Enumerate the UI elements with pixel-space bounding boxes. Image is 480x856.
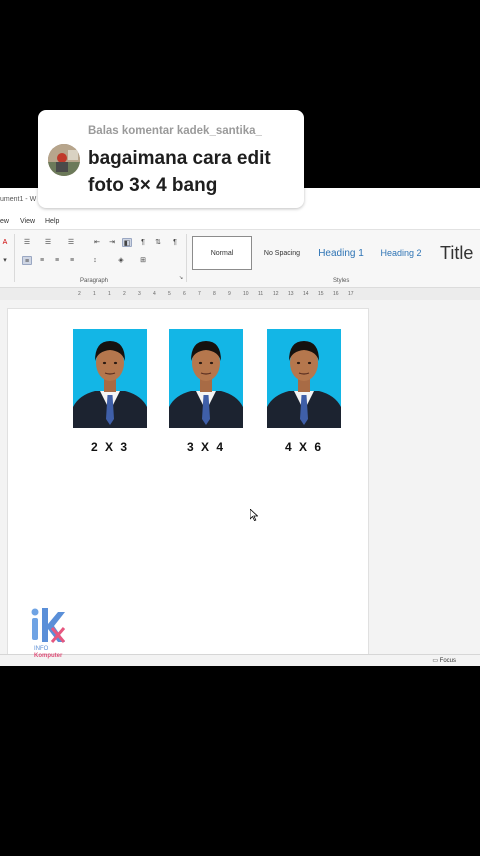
multilevel-list-icon[interactable]: ☰	[66, 238, 76, 247]
ruler-number: 8	[213, 291, 216, 297]
focus-label: Focus	[439, 658, 456, 664]
borders-icon[interactable]: ⊞	[138, 256, 148, 265]
sort-icon[interactable]: ⇅	[153, 238, 163, 247]
align-right-icon[interactable]: ≡	[52, 256, 62, 265]
line-spacing-icon[interactable]: ↕	[90, 256, 100, 265]
paragraph-group-label: Paragraph	[80, 278, 109, 284]
ruler-number: 4	[153, 291, 156, 297]
styles-gallery: Normal No Spacing Heading 1 Heading 2 Ti…	[190, 234, 480, 272]
ruler-number: 17	[348, 291, 354, 297]
pilcrow-icon[interactable]: ¶	[170, 238, 180, 247]
bullets-icon[interactable]: ☰	[22, 238, 32, 247]
font-color-icon[interactable]: A	[0, 238, 10, 247]
style-no-spacing[interactable]: No Spacing	[256, 236, 308, 270]
ruler-number: 3	[138, 291, 141, 297]
photo-label-2x3: 2 X 3	[90, 440, 130, 454]
photo-label-4x6: 4 X 6	[284, 440, 324, 454]
focus-mode-button[interactable]: ▭ Focus	[432, 657, 456, 664]
style-heading-2[interactable]: Heading 2	[374, 236, 428, 270]
logo-text-komputer: Komputer	[34, 653, 63, 659]
ruler-number: 7	[198, 291, 201, 297]
horizontal-ruler[interactable]: 2 1 1 2 3 4 5 6 7 8 9 10 11 12 13 14 15 16 17	[0, 288, 480, 300]
ruler-number: 14	[303, 291, 309, 297]
ruler-number: 10	[243, 291, 249, 297]
group-separator	[186, 234, 187, 282]
align-left-icon[interactable]: ≡	[22, 256, 32, 265]
menu-bar: ew View Help	[0, 214, 480, 230]
justify-icon[interactable]: ≡	[67, 256, 77, 265]
document-title: ument1 - W	[0, 196, 37, 203]
portrait-illustration	[267, 329, 341, 428]
ruler-number: 16	[333, 291, 339, 297]
ruler-number: 2	[123, 291, 126, 297]
photo-label-3x4: 3 X 4	[186, 440, 226, 454]
logo-mark-icon	[31, 608, 66, 643]
info-komputer-logo: INFO Komputer	[28, 602, 78, 662]
reply-label: Balas komentar kadek_santika_	[88, 125, 262, 137]
group-separator	[14, 234, 15, 282]
styles-group-label: Styles	[333, 278, 350, 284]
ribbon: A ▾ ☰ ☰ ☰ ⇤ ⇥ ◧ ¶ ⇅ ¶ ≡ ≡ ≡ ≡ ↕ ◈ ⊞ Para…	[0, 230, 480, 288]
photo-2x3[interactable]	[73, 329, 147, 428]
ruler-number: 12	[273, 291, 279, 297]
menu-view[interactable]: View	[20, 218, 35, 225]
ruler-number: 9	[228, 291, 231, 297]
ruler-number: 11	[258, 291, 264, 297]
commenter-avatar	[48, 144, 80, 176]
increase-indent-icon[interactable]: ⇥	[107, 238, 117, 247]
logo-text-info: INFO	[34, 646, 49, 652]
portrait-illustration	[169, 329, 243, 428]
reply-comment-bubble: Balas komentar kadek_santika_ bagaimana …	[38, 110, 304, 208]
ruler-number: 6	[183, 291, 186, 297]
portrait-illustration	[73, 329, 147, 428]
shading-icon[interactable]: ◈	[116, 256, 126, 265]
show-paragraph-toggle-icon[interactable]: ◧	[122, 238, 132, 247]
ruler-number: 15	[318, 291, 324, 297]
word-window: ument1 - W ew View Help A ▾ ☰ ☰ ☰ ⇤ ⇥ ◧ …	[0, 188, 480, 666]
mouse-pointer-icon	[249, 508, 259, 526]
ruler-number: 1	[108, 291, 111, 297]
photo-4x6[interactable]	[267, 329, 341, 428]
decrease-indent-icon[interactable]: ⇤	[92, 238, 102, 247]
comment-message: bagaimana cara edit foto 3× 4 bang	[88, 148, 271, 196]
menu-help[interactable]: Help	[45, 218, 59, 225]
menu-view-partial[interactable]: ew	[0, 218, 9, 225]
rtl-icon[interactable]: ¶	[138, 238, 148, 247]
highlight-icon[interactable]: ▾	[0, 256, 10, 265]
style-normal[interactable]: Normal	[192, 236, 252, 270]
style-title[interactable]: Title	[440, 236, 480, 270]
video-frame: ument1 - W ew View Help A ▾ ☰ ☰ ☰ ⇤ ⇥ ◧ …	[0, 0, 480, 856]
style-heading-1[interactable]: Heading 1	[312, 236, 370, 270]
ruler-number: 5	[168, 291, 171, 297]
ruler-number: 2	[78, 291, 81, 297]
ruler-number: 13	[288, 291, 294, 297]
paragraph-launcher-icon[interactable]: ↘	[176, 274, 186, 283]
align-center-icon[interactable]: ≡	[37, 256, 47, 265]
numbering-icon[interactable]: ☰	[43, 238, 53, 247]
ruler-number: 1	[93, 291, 96, 297]
photo-3x4[interactable]	[169, 329, 243, 428]
